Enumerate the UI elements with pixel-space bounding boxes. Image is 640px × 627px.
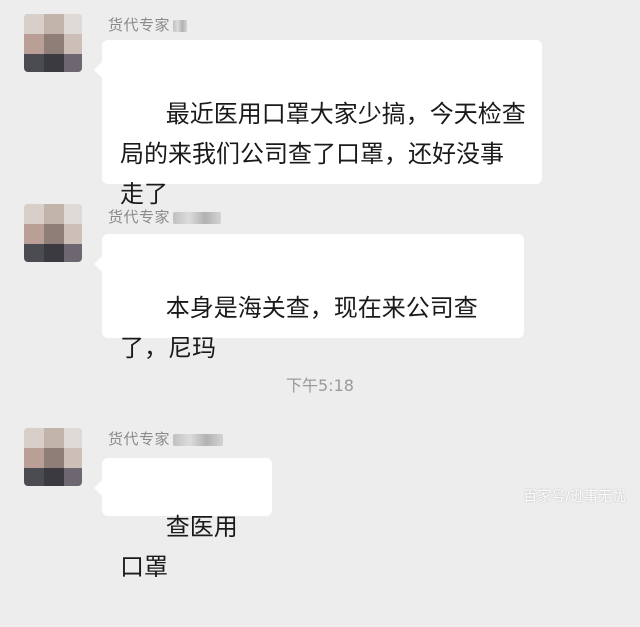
message-text: 查医用口罩 xyxy=(120,513,238,581)
chat-area: 货代专家 最近医用口罩大家少搞，今天检查局的来我们公司查了口罩，还好没事走了 货… xyxy=(0,0,640,581)
redacted-name-blur xyxy=(173,19,188,32)
message-bubble[interactable]: 查医用口罩 xyxy=(94,458,272,581)
timestamp: 下午5:18 xyxy=(286,376,354,395)
avatar[interactable] xyxy=(24,14,82,72)
avatar[interactable] xyxy=(24,428,82,486)
sender-name: 货代专家 xyxy=(108,14,188,35)
sender-name: 货代专家 xyxy=(108,428,224,449)
sender-name-text: 货代专家 xyxy=(108,208,171,226)
message-bubble[interactable]: 本身是海关查，现在来公司查了，尼玛 xyxy=(94,234,524,362)
redacted-name-blur xyxy=(173,211,222,224)
avatar[interactable] xyxy=(24,204,82,262)
redacted-name-blur xyxy=(173,433,224,446)
watermark: 百家号/逊事无忧 xyxy=(523,489,626,505)
sender-name: 货代专家 xyxy=(108,206,222,227)
message-text: 最近医用口罩大家少搞，今天检查局的来我们公司查了口罩，还好没事走了 xyxy=(120,100,526,208)
message-text: 本身是海关查，现在来公司查了，尼玛 xyxy=(120,294,478,362)
message-bubble[interactable]: 最近医用口罩大家少搞，今天检查局的来我们公司查了口罩，还好没事走了 xyxy=(94,40,542,208)
sender-name-text: 货代专家 xyxy=(108,16,171,34)
sender-name-text: 货代专家 xyxy=(108,430,171,448)
